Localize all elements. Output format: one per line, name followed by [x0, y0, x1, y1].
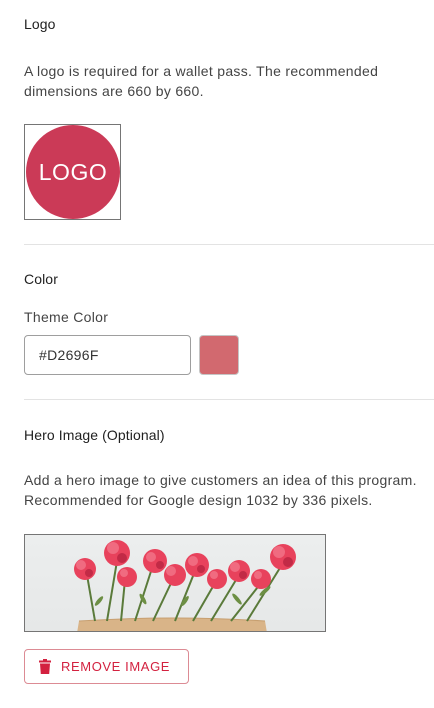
- trash-icon: [39, 659, 51, 674]
- hero-flowers-image: [74, 540, 296, 631]
- logo-placeholder-image: LOGO: [26, 125, 120, 219]
- hero-section-title: Hero Image (Optional): [24, 427, 165, 443]
- logo-preview[interactable]: LOGO: [24, 124, 121, 220]
- divider: [24, 244, 434, 245]
- remove-image-button[interactable]: REMOVE IMAGE: [24, 649, 189, 684]
- hero-image-preview[interactable]: [24, 534, 326, 632]
- theme-color-label: Theme Color: [24, 309, 109, 325]
- logo-section-title: Logo: [24, 16, 56, 32]
- logo-description: A logo is required for a wallet pass. Th…: [24, 63, 379, 99]
- theme-color-input[interactable]: [24, 335, 191, 375]
- divider: [24, 399, 434, 400]
- remove-image-label: REMOVE IMAGE: [61, 659, 171, 674]
- color-swatch[interactable]: [199, 335, 239, 375]
- logo-placeholder-text: LOGO: [38, 158, 108, 185]
- hero-description: Add a hero image to give customers an id…: [24, 472, 417, 508]
- color-section-title: Color: [24, 271, 58, 287]
